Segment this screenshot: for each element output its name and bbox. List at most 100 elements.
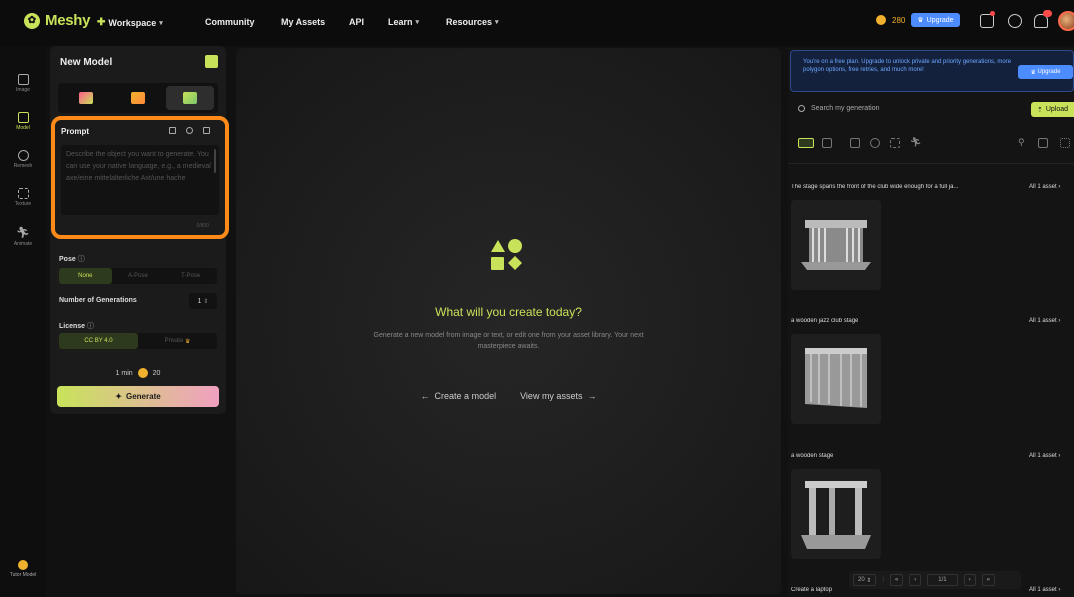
rail-item-image[interactable]: Image: [0, 74, 46, 93]
upload-button[interactable]: ⇡ Upload: [1031, 102, 1074, 117]
remesh-icon: [17, 150, 29, 161]
nav-resources-label: Resources: [446, 17, 493, 27]
credit-balance: 280: [892, 15, 906, 25]
first-page-button[interactable]: «: [889, 574, 904, 586]
banner-upgrade-label: Upgrade: [1037, 69, 1061, 75]
hero-subtitle: Generate a new model from image or text,…: [373, 332, 644, 350]
nav-api-label: API: [349, 17, 365, 27]
top-bar: ✿ Meshy ✚ Workspace ▾ Community My Asset…: [0, 0, 1074, 46]
chevron-down-icon: ▾: [159, 19, 163, 27]
credits-widget[interactable]: 280 ♛ Upgrade: [876, 13, 960, 27]
notification-dot: [990, 11, 995, 16]
nav-api[interactable]: API: [349, 17, 364, 27]
coin-icon: [137, 368, 148, 378]
hero-actions: ← Create a model View my assets →: [236, 391, 781, 401]
pose-option-none[interactable]: None: [59, 268, 112, 284]
expand-icon[interactable]: [1060, 138, 1070, 148]
rail-item-texture[interactable]: Texture: [0, 188, 46, 207]
library-icon[interactable]: [203, 127, 210, 134]
credit-cost: 20: [152, 369, 161, 377]
upload-icon: ⇡: [1037, 106, 1043, 114]
nav-resources[interactable]: Resources ▾: [446, 17, 499, 27]
tab-image-to-3d[interactable]: [62, 86, 110, 110]
generation-asset-count[interactable]: All 1 asset ›: [1029, 184, 1060, 190]
license-label: License ⓘ: [59, 321, 94, 331]
select-icon[interactable]: [1038, 138, 1048, 148]
generation-asset-count[interactable]: All 1 asset ›: [1029, 587, 1060, 593]
search-input[interactable]: Search my generation: [798, 105, 879, 112]
image-icon: [17, 74, 29, 85]
texture-filter-icon[interactable]: [890, 138, 900, 148]
image-to-3d-icon: [79, 92, 93, 104]
translate-icon[interactable]: [169, 127, 176, 134]
crown-icon: ♛: [917, 17, 924, 24]
generation-title[interactable]: a wooden stage: [791, 453, 1031, 459]
view-assets-link[interactable]: View my assets →: [520, 391, 596, 401]
model-thumbnail[interactable]: [791, 334, 881, 424]
folder-view-icon[interactable]: [798, 138, 814, 148]
rail-item-model[interactable]: Model: [0, 112, 46, 131]
grid-filter-icon[interactable]: [850, 138, 860, 148]
prompt-input[interactable]: Describe the object you want to generate…: [61, 145, 219, 215]
prev-page-button[interactable]: ‹: [909, 574, 922, 586]
license-option-private[interactable]: Private ♛: [138, 333, 217, 349]
grid-view-icon[interactable]: [822, 138, 832, 148]
nav-workspace[interactable]: ✚ Workspace ▾: [97, 17, 163, 28]
upgrade-button[interactable]: ♛ Upgrade: [911, 13, 960, 27]
shapes-logo-icon: [491, 239, 522, 270]
avatar[interactable]: [1058, 11, 1074, 31]
last-page-button[interactable]: »: [981, 574, 995, 586]
meshy-logo[interactable]: ✿ Meshy: [24, 12, 90, 29]
page-indicator[interactable]: 1/1: [927, 574, 958, 586]
nav-community[interactable]: Community: [205, 17, 255, 27]
gift-icon[interactable]: [980, 14, 994, 28]
page-size-select[interactable]: 20 ⇕: [853, 574, 877, 586]
generation-title[interactable]: The stage spans the front of the club wi…: [791, 184, 1031, 190]
rail-item-remesh[interactable]: Remesh: [0, 150, 46, 169]
meshy-logo-icon: ✿: [24, 12, 40, 29]
nav-my-assets[interactable]: My Assets: [281, 17, 325, 27]
pose-option-a[interactable]: A-Pose: [112, 268, 165, 284]
filter-icon[interactable]: ⚲: [1018, 138, 1028, 148]
create-model-link[interactable]: ← Create a model: [421, 391, 497, 401]
texture-icon: [17, 188, 29, 199]
import-icon[interactable]: [205, 55, 218, 68]
generation-asset-count[interactable]: All 1 asset ›: [1029, 453, 1060, 459]
tutor-icon: [18, 560, 28, 570]
model-thumbnail[interactable]: [791, 469, 881, 559]
view-assets-label: View my assets: [520, 391, 583, 401]
crown-icon: ♛: [1030, 69, 1036, 76]
next-page-button[interactable]: ›: [963, 574, 976, 586]
tab-text-to-3d[interactable]: [166, 86, 214, 110]
generation-asset-count[interactable]: All 1 asset ›: [1029, 318, 1060, 324]
search-icon: [798, 105, 805, 112]
num-generations-stepper[interactable]: 1 ⇕: [189, 293, 217, 309]
animate-filter-icon[interactable]: 🏃︎: [910, 138, 921, 148]
rail-item-label: Remesh: [13, 163, 33, 169]
pose-selector: None A-Pose T-Pose: [59, 268, 217, 284]
coin-icon: [876, 15, 886, 25]
nav-learn[interactable]: Learn ▾: [388, 17, 419, 27]
tutor-model-button[interactable]: Tutor Model: [8, 560, 38, 578]
rail-item-animate[interactable]: 🏃︎ Animate: [0, 226, 46, 247]
generate-button[interactable]: ✦ Generate: [57, 386, 219, 407]
pagination: 20 ⇕ | « ‹ 1/1 › »: [849, 571, 1021, 589]
char-count: 0/800: [196, 223, 209, 229]
license-option-cc[interactable]: CC BY 4.0: [59, 333, 138, 349]
model-thumbnail[interactable]: [791, 200, 881, 290]
generation-title[interactable]: a wooden jazz club stage: [791, 318, 1031, 324]
first-page-icon: «: [894, 577, 899, 583]
help-icon[interactable]: [1008, 14, 1022, 28]
lightbulb-icon[interactable]: [186, 127, 193, 134]
pose-label-text: Pose: [59, 256, 76, 263]
banner-upgrade-button[interactable]: ♛ Upgrade: [1018, 65, 1073, 79]
generation-title[interactable]: Create a laptop: [791, 587, 851, 593]
tab-multi-image[interactable]: [114, 86, 162, 110]
cost-estimate: 1 min 20: [59, 368, 217, 378]
prompt-label: Prompt: [61, 127, 89, 136]
pose-option-t[interactable]: T-Pose: [164, 268, 217, 284]
num-generations-value: 1: [197, 297, 202, 305]
scrollbar[interactable]: [214, 149, 216, 173]
chevron-right-icon: ›: [968, 577, 971, 583]
model-filter-icon[interactable]: [870, 138, 880, 148]
